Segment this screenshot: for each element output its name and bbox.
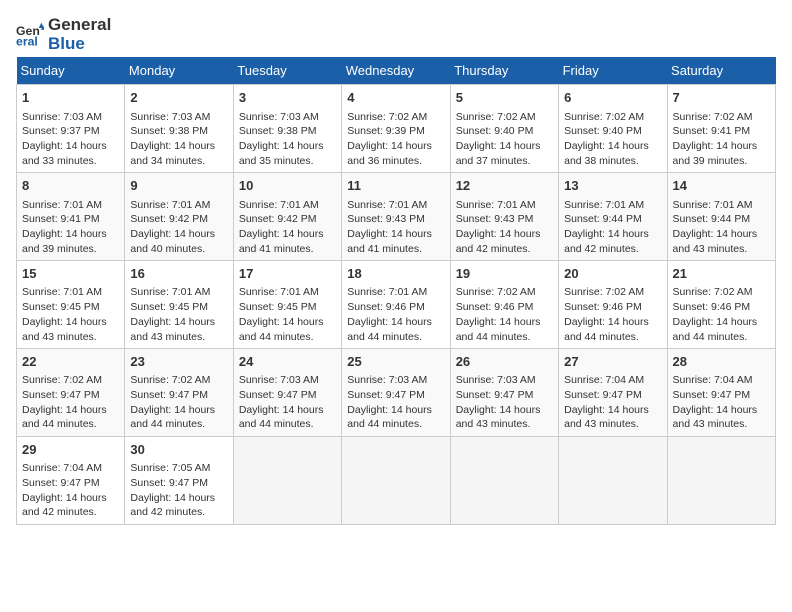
logo: Gen eral General Blue	[16, 16, 111, 53]
table-row: 13Sunrise: 7:01 AMSunset: 9:44 PMDayligh…	[559, 173, 667, 261]
table-row: 5Sunrise: 7:02 AMSunset: 9:40 PMDaylight…	[450, 85, 558, 173]
col-wednesday: Wednesday	[342, 57, 450, 85]
table-row: 15Sunrise: 7:01 AMSunset: 9:45 PMDayligh…	[17, 261, 125, 349]
table-row	[450, 437, 558, 525]
col-monday: Monday	[125, 57, 233, 85]
calendar-row: 1Sunrise: 7:03 AMSunset: 9:37 PMDaylight…	[17, 85, 776, 173]
table-row: 6Sunrise: 7:02 AMSunset: 9:40 PMDaylight…	[559, 85, 667, 173]
table-row: 4Sunrise: 7:02 AMSunset: 9:39 PMDaylight…	[342, 85, 450, 173]
table-row: 18Sunrise: 7:01 AMSunset: 9:46 PMDayligh…	[342, 261, 450, 349]
table-row: 14Sunrise: 7:01 AMSunset: 9:44 PMDayligh…	[667, 173, 775, 261]
col-friday: Friday	[559, 57, 667, 85]
table-row: 12Sunrise: 7:01 AMSunset: 9:43 PMDayligh…	[450, 173, 558, 261]
table-row: 30Sunrise: 7:05 AMSunset: 9:47 PMDayligh…	[125, 437, 233, 525]
table-row: 16Sunrise: 7:01 AMSunset: 9:45 PMDayligh…	[125, 261, 233, 349]
calendar-row: 22Sunrise: 7:02 AMSunset: 9:47 PMDayligh…	[17, 349, 776, 437]
table-row: 2Sunrise: 7:03 AMSunset: 9:38 PMDaylight…	[125, 85, 233, 173]
table-row	[342, 437, 450, 525]
table-row: 7Sunrise: 7:02 AMSunset: 9:41 PMDaylight…	[667, 85, 775, 173]
table-row: 3Sunrise: 7:03 AMSunset: 9:38 PMDaylight…	[233, 85, 341, 173]
header-row: Sunday Monday Tuesday Wednesday Thursday…	[17, 57, 776, 85]
logo-icon: Gen eral	[16, 21, 44, 49]
col-saturday: Saturday	[667, 57, 775, 85]
table-row	[233, 437, 341, 525]
table-row: 28Sunrise: 7:04 AMSunset: 9:47 PMDayligh…	[667, 349, 775, 437]
logo-general: General	[48, 16, 111, 35]
col-tuesday: Tuesday	[233, 57, 341, 85]
table-row	[559, 437, 667, 525]
table-row: 26Sunrise: 7:03 AMSunset: 9:47 PMDayligh…	[450, 349, 558, 437]
table-row: 11Sunrise: 7:01 AMSunset: 9:43 PMDayligh…	[342, 173, 450, 261]
table-row: 22Sunrise: 7:02 AMSunset: 9:47 PMDayligh…	[17, 349, 125, 437]
table-row: 21Sunrise: 7:02 AMSunset: 9:46 PMDayligh…	[667, 261, 775, 349]
table-row: 17Sunrise: 7:01 AMSunset: 9:45 PMDayligh…	[233, 261, 341, 349]
calendar-table: Sunday Monday Tuesday Wednesday Thursday…	[16, 57, 776, 525]
table-row: 9Sunrise: 7:01 AMSunset: 9:42 PMDaylight…	[125, 173, 233, 261]
table-row: 20Sunrise: 7:02 AMSunset: 9:46 PMDayligh…	[559, 261, 667, 349]
table-row: 19Sunrise: 7:02 AMSunset: 9:46 PMDayligh…	[450, 261, 558, 349]
col-thursday: Thursday	[450, 57, 558, 85]
table-row: 25Sunrise: 7:03 AMSunset: 9:47 PMDayligh…	[342, 349, 450, 437]
calendar-row: 8Sunrise: 7:01 AMSunset: 9:41 PMDaylight…	[17, 173, 776, 261]
table-row: 8Sunrise: 7:01 AMSunset: 9:41 PMDaylight…	[17, 173, 125, 261]
table-row: 27Sunrise: 7:04 AMSunset: 9:47 PMDayligh…	[559, 349, 667, 437]
table-row: 29Sunrise: 7:04 AMSunset: 9:47 PMDayligh…	[17, 437, 125, 525]
svg-text:eral: eral	[16, 34, 38, 48]
table-row: 10Sunrise: 7:01 AMSunset: 9:42 PMDayligh…	[233, 173, 341, 261]
table-row: 24Sunrise: 7:03 AMSunset: 9:47 PMDayligh…	[233, 349, 341, 437]
calendar-row: 29Sunrise: 7:04 AMSunset: 9:47 PMDayligh…	[17, 437, 776, 525]
table-row: 1Sunrise: 7:03 AMSunset: 9:37 PMDaylight…	[17, 85, 125, 173]
calendar-row: 15Sunrise: 7:01 AMSunset: 9:45 PMDayligh…	[17, 261, 776, 349]
col-sunday: Sunday	[17, 57, 125, 85]
logo-blue: Blue	[48, 35, 111, 54]
table-row: 23Sunrise: 7:02 AMSunset: 9:47 PMDayligh…	[125, 349, 233, 437]
header: Gen eral General Blue	[16, 16, 776, 53]
table-row	[667, 437, 775, 525]
